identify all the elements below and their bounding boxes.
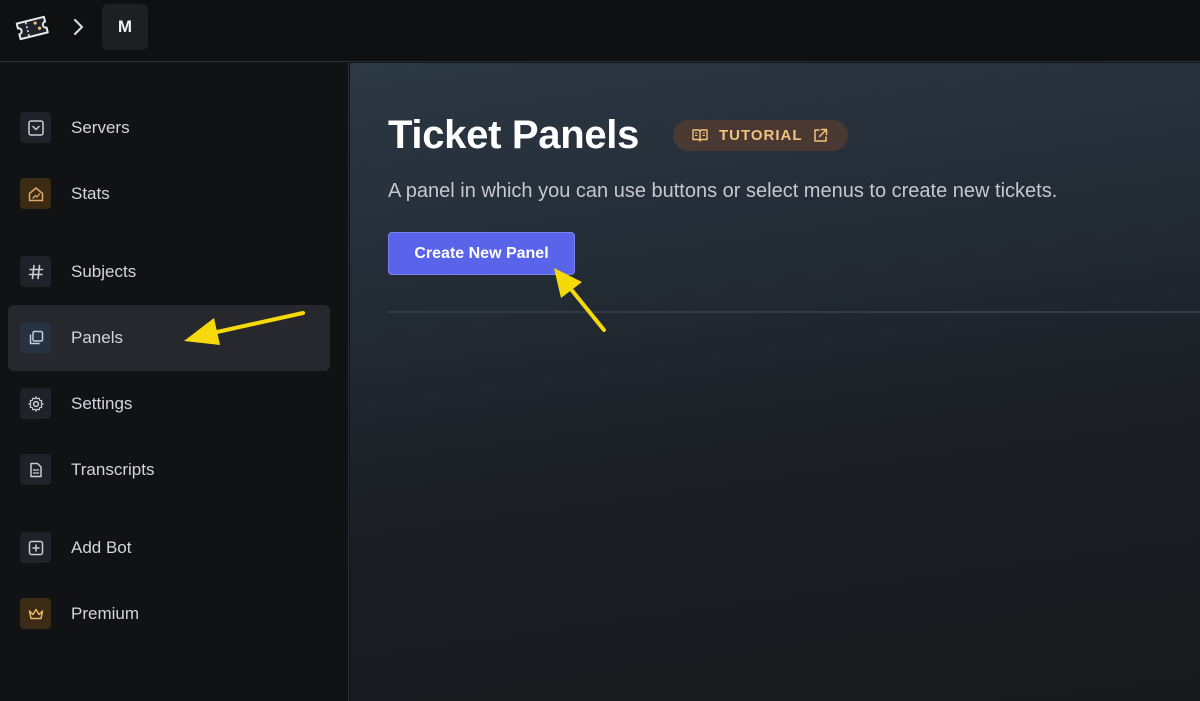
server-initial: M <box>117 17 133 36</box>
sidebar-item-subjects[interactable]: Subjects <box>8 239 330 305</box>
server-selector[interactable]: M <box>102 4 148 50</box>
sidebar-item-label: Panels <box>71 328 123 347</box>
sidebar-item-label: Transcripts <box>71 460 155 479</box>
document-icon <box>20 454 51 485</box>
sidebar-item-label: Subjects <box>71 262 137 281</box>
tutorial-badge-link[interactable]: TUTORIAL <box>673 120 848 151</box>
home-chart-icon <box>20 178 51 209</box>
sidebar-item-stats[interactable]: Stats <box>8 161 330 227</box>
sidebar-item-settings[interactable]: Settings <box>8 371 330 437</box>
sidebar-item-label: Premium <box>71 604 140 623</box>
sidebar-item-premium[interactable]: Premium <box>8 581 330 647</box>
plus-square-icon <box>20 532 51 563</box>
sidebar-item-add-bot[interactable]: Add Bot <box>8 515 330 581</box>
hash-icon <box>20 256 51 287</box>
crown-icon <box>20 598 51 629</box>
sidebar: Servers Stats Subjects Panels Settings T… <box>0 63 349 701</box>
main-content: Ticket Panels TUTORIAL A panel in which … <box>350 63 1200 701</box>
sidebar-item-label: Stats <box>71 184 110 203</box>
sidebar-item-label: Settings <box>71 394 133 413</box>
external-link-icon <box>814 128 828 142</box>
tutorial-label: TUTORIAL <box>719 127 803 144</box>
sidebar-item-transcripts[interactable]: Transcripts <box>8 437 330 503</box>
gear-icon <box>20 388 51 419</box>
chevron-square-icon <box>20 112 51 143</box>
sidebar-item-panels[interactable]: Panels <box>8 305 330 371</box>
page-subtitle: A panel in which you can use buttons or … <box>388 180 1058 202</box>
sidebar-item-servers[interactable]: Servers <box>8 95 330 161</box>
chevron-right-icon <box>73 18 84 36</box>
ticket-logo-icon[interactable] <box>14 12 50 42</box>
sidebar-item-label: Servers <box>71 118 130 137</box>
divider <box>388 311 1200 313</box>
copy-icon <box>20 322 51 353</box>
book-open-icon <box>692 129 708 142</box>
top-bar: M <box>0 0 1200 62</box>
sidebar-item-label: Add Bot <box>71 538 132 557</box>
create-new-panel-button[interactable]: Create New Panel <box>388 232 575 275</box>
page-title: Ticket Panels <box>388 113 640 157</box>
